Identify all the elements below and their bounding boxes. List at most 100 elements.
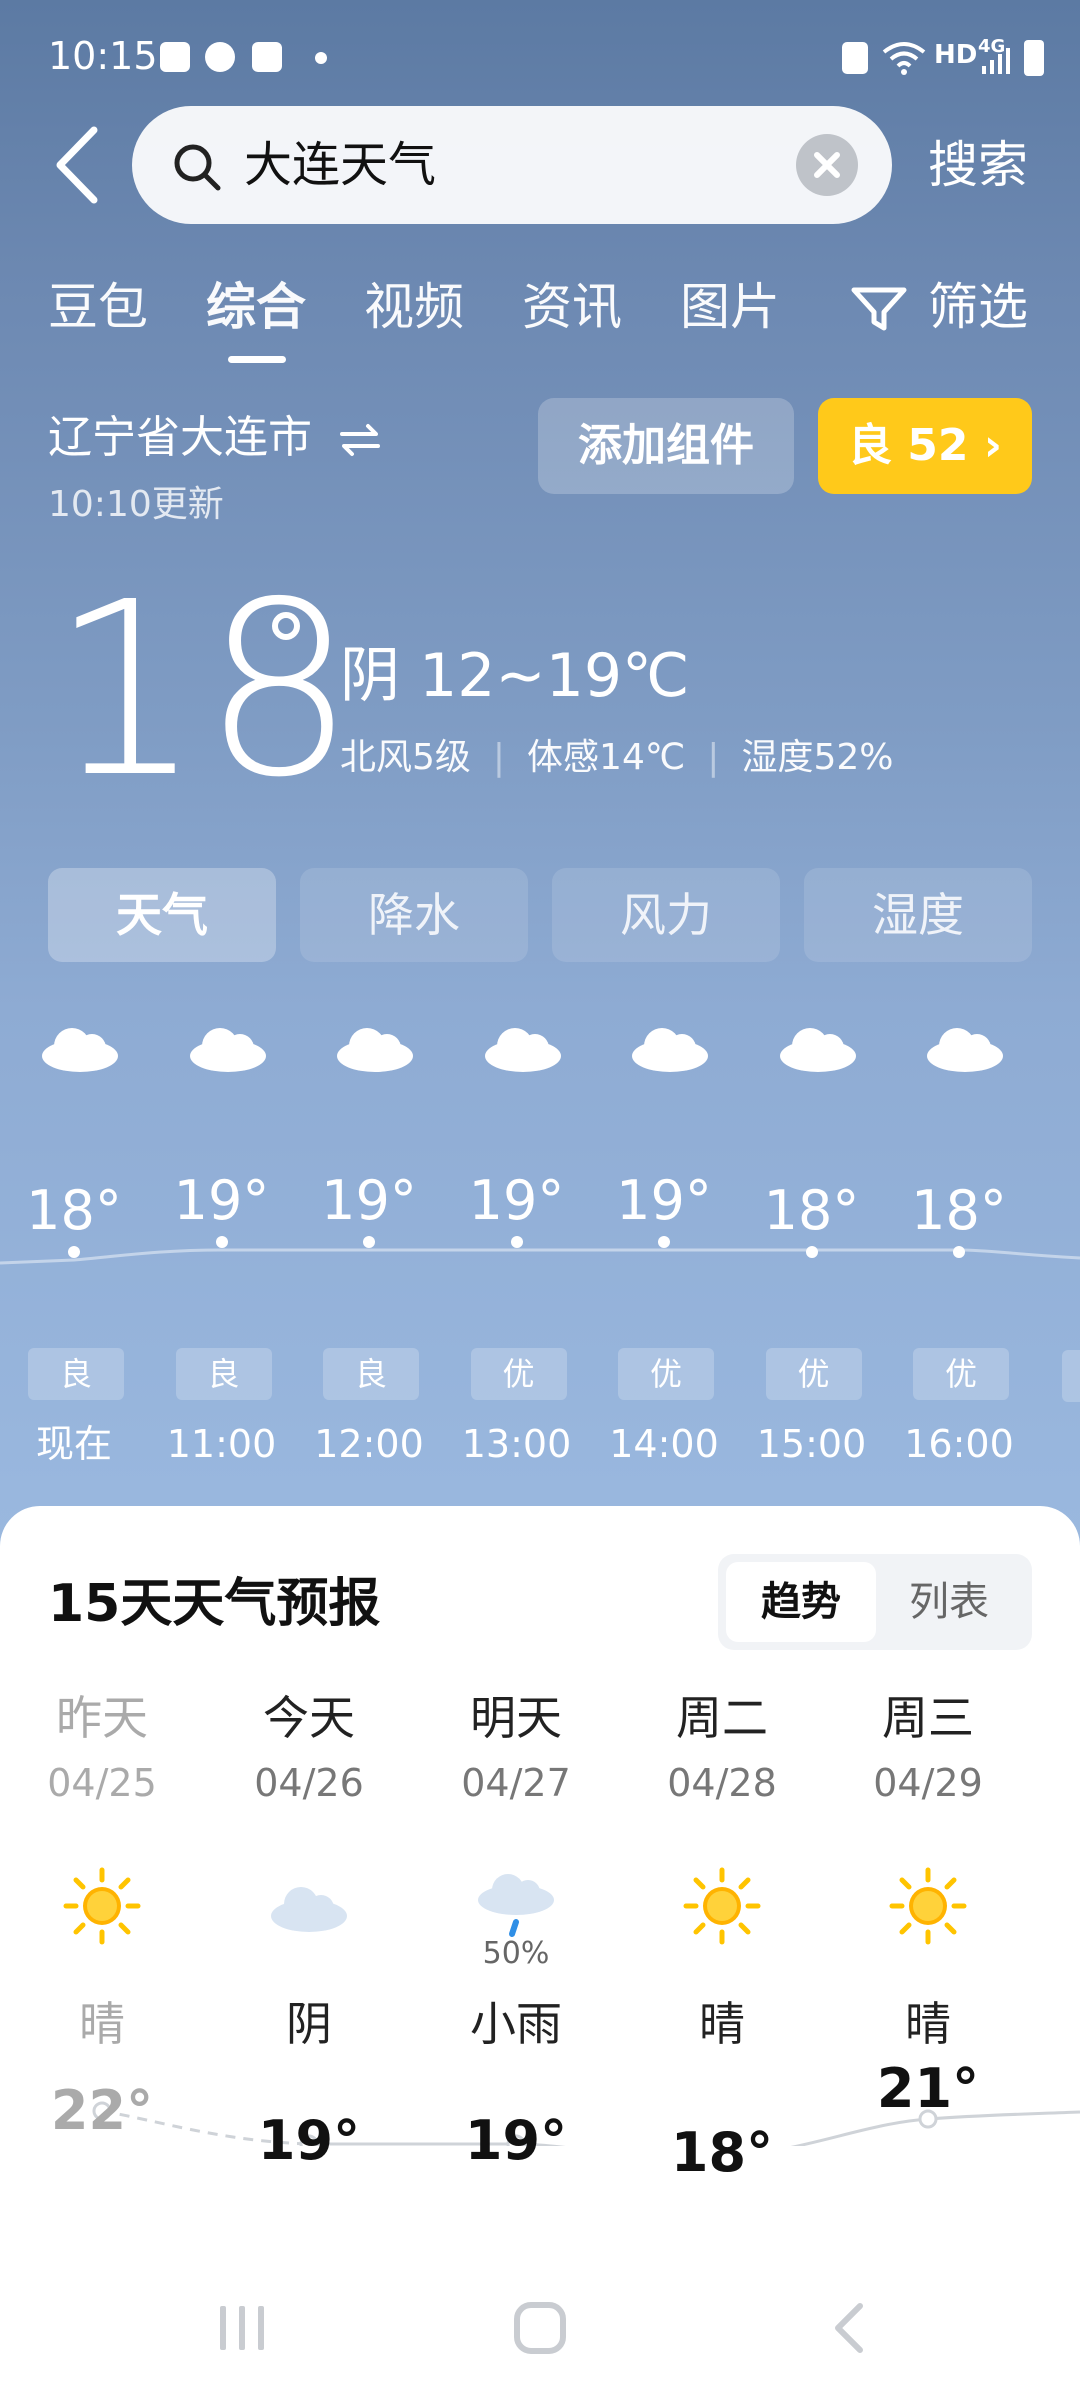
- day-name: 今天: [263, 1691, 355, 1745]
- hourly-aqi-badge: 良: [323, 1348, 419, 1400]
- hourly-temp: 18°: [763, 1179, 860, 1242]
- hourly-temp-dot: [510, 1236, 523, 1248]
- day-condition: 晴: [699, 1997, 745, 2051]
- sun-icon: [682, 1866, 762, 1946]
- toggle-list[interactable]: 列表: [874, 1562, 1024, 1642]
- tab-doubao[interactable]: 豆包: [48, 274, 148, 340]
- hourly-time: 14:00: [609, 1422, 719, 1466]
- hourly-time: 11:00: [166, 1422, 277, 1466]
- view-toggle: 趋势 列表: [718, 1554, 1032, 1650]
- gallery-notification-icon: [252, 42, 282, 72]
- day-condition: 晴: [79, 1997, 125, 2051]
- hourly-temp: 19°: [616, 1169, 712, 1232]
- aqi-label: 良 52: [847, 420, 969, 471]
- degree-symbol: [272, 612, 300, 640]
- hourly-time: 13:00: [461, 1422, 572, 1466]
- hourly-time: 16:00: [904, 1422, 1014, 1466]
- battery-icon: [1024, 40, 1044, 76]
- chevron-right-icon: ›: [983, 420, 1003, 471]
- close-icon: [814, 152, 840, 178]
- aqi-badge-button[interactable]: 良 52 ›: [818, 398, 1032, 494]
- health-notification-icon: [205, 42, 235, 72]
- hd-indicator: HD: [934, 40, 978, 70]
- cloud-icon: [927, 1028, 1003, 1072]
- hourly-aqi-badge: 优: [765, 1348, 862, 1400]
- location-name: 辽宁省大连市: [48, 412, 312, 463]
- search-box[interactable]: 大连天气: [132, 106, 892, 224]
- current-temperature: 18: [50, 550, 356, 830]
- search-input[interactable]: 大连天气: [244, 132, 436, 198]
- status-bar: 10:15 HD 4G: [0, 0, 1080, 110]
- day-name: 周二: [676, 1691, 768, 1745]
- precipitation-probability: 50%: [482, 1936, 550, 1971]
- day-name: 明天: [470, 1691, 562, 1745]
- weather-details: 北风5级 | 体感14℃ | 湿度52%: [340, 737, 894, 778]
- hourly-temp: 19°: [468, 1169, 565, 1232]
- hourly-temp: 18°: [26, 1179, 122, 1242]
- home-button[interactable]: [512, 2300, 568, 2356]
- update-time: 10:10更新: [48, 484, 224, 525]
- hourly-aqi-badge: 优: [470, 1348, 567, 1400]
- hourly-temp-dot: [805, 1246, 818, 1258]
- metric-tab-humidity[interactable]: 湿度: [804, 868, 1032, 962]
- switch-arrows-icon: [340, 424, 380, 456]
- metric-tab-weather[interactable]: 天气: [48, 868, 276, 962]
- hourly-aqi-badge: 良: [175, 1348, 272, 1400]
- cloud-icon: [779, 1028, 856, 1072]
- hourly-time: 现在: [35, 1422, 112, 1466]
- cloud-icon: [632, 1028, 708, 1072]
- condition-and-range: 阴 12~19℃: [340, 641, 690, 711]
- hourly-temp-dot: [68, 1246, 80, 1258]
- day-high-temp: 21°: [876, 2057, 980, 2120]
- clear-search-button[interactable]: [796, 134, 858, 196]
- search-submit-button[interactable]: 搜索: [928, 132, 1028, 198]
- hourly-temp: 18°: [911, 1179, 1007, 1242]
- day-date: 04/27: [461, 1761, 571, 1805]
- recent-apps-button[interactable]: [214, 2300, 270, 2356]
- metric-tab-precipitation[interactable]: 降水: [300, 868, 528, 962]
- day-date: 04/26: [254, 1761, 364, 1805]
- search-icon: [174, 144, 221, 191]
- day-date: 04/25: [47, 1761, 157, 1805]
- day-condition: 小雨: [470, 1997, 562, 2051]
- active-tab-indicator: [228, 356, 286, 363]
- hourly-aqi-badge: 优: [913, 1348, 1009, 1400]
- signal-icon: [982, 48, 1010, 74]
- day-name: 周三: [882, 1691, 974, 1745]
- sun-icon: [888, 1866, 968, 1946]
- tab-video[interactable]: 视频: [364, 274, 464, 340]
- system-nav-bar: [0, 2280, 1080, 2400]
- filter-icon: [851, 287, 907, 331]
- sun-icon: [62, 1866, 142, 1946]
- more-notifications-dot: [315, 52, 327, 64]
- add-widget-button[interactable]: 添加组件: [538, 398, 794, 494]
- tab-news[interactable]: 资讯: [522, 274, 622, 340]
- day-high-temp: 19°: [257, 2109, 361, 2172]
- day-date: 04/29: [873, 1761, 983, 1805]
- humidity: 湿度52%: [741, 737, 894, 778]
- metric-tab-wind[interactable]: 风力: [552, 868, 780, 962]
- back-nav-button[interactable]: [822, 2300, 878, 2356]
- tab-filter-label: 筛选: [928, 278, 1028, 336]
- hourly-temp: 19°: [321, 1169, 417, 1232]
- back-button[interactable]: [48, 120, 108, 210]
- status-time: 10:15: [48, 34, 158, 78]
- wind: 北风5级: [340, 737, 471, 778]
- day-date: 04/28: [667, 1761, 777, 1805]
- tab-comprehensive[interactable]: 综合: [206, 274, 306, 340]
- cloud-icon: [484, 1028, 561, 1072]
- calendar-notification-icon: [160, 42, 190, 72]
- cloud-icon: [42, 1028, 118, 1072]
- feels-like: 体感14℃: [527, 737, 686, 778]
- hourly-temp-dot: [658, 1236, 670, 1248]
- hourly-item-partial: [1062, 1350, 1080, 1402]
- hourly-temp-dot: [215, 1236, 228, 1248]
- location-switch[interactable]: 辽宁省大连市: [48, 408, 382, 468]
- cloud-icon: [189, 1028, 266, 1072]
- tab-images[interactable]: 图片: [680, 274, 780, 340]
- hourly-temp: 19°: [173, 1169, 270, 1232]
- hourly-temp-dot: [363, 1236, 375, 1248]
- toggle-trend[interactable]: 趋势: [726, 1562, 876, 1642]
- hourly-time: 15:00: [756, 1422, 867, 1466]
- hourly-aqi-badge: 优: [618, 1348, 714, 1400]
